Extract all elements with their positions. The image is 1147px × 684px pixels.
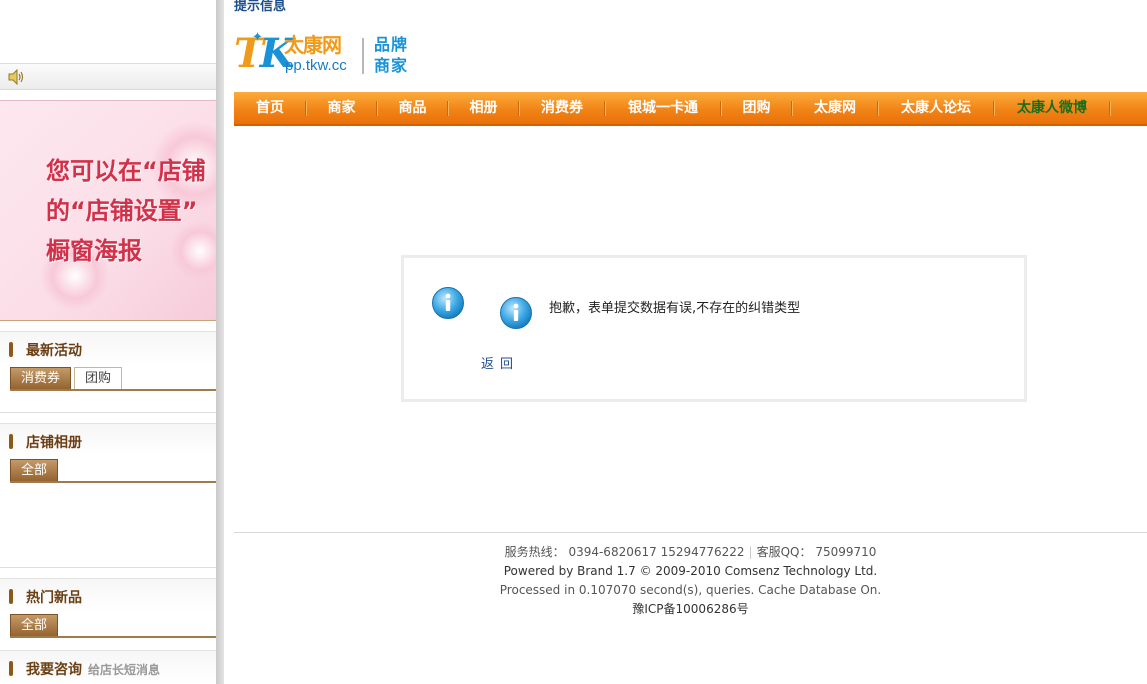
nav-coupons[interactable]: 消费券 [519, 92, 605, 124]
tab-all[interactable]: 全部 [10, 459, 59, 481]
banner-line-1: 您可以在“店铺 [46, 157, 206, 185]
nav-forum[interactable]: 太康人论坛 [878, 92, 994, 124]
section-title: 热门新品 [26, 590, 82, 606]
qq-label: 客服QQ： [756, 545, 812, 559]
banner-line-2: 的“店铺设置” [46, 197, 198, 225]
tab-all[interactable]: 全部 [10, 614, 59, 636]
section-marker [9, 434, 13, 449]
section-latest-activity: 最新活动 消费券 团购 [0, 331, 224, 411]
section-header: 我要咨询 给店长短消息 [0, 650, 224, 684]
notice-dialog: 提示信息 TK ✦ 太康网 pp.tkw.cc 品牌 商家 首页 商家 商品 相册 消费… [224, 0, 1147, 684]
section-hot-products: 热门新品 全部 [0, 578, 224, 640]
footer-powered[interactable]: Powered by Brand 1.7 © 2009-2010 Comsenz… [234, 562, 1147, 581]
background-page: 您可以在“店铺 的“店铺设置” 橱窗海报 最新活动 消费券 团购 店铺相册 全部 … [0, 0, 224, 684]
consult-subtitle: 给店长短消息 [88, 663, 161, 677]
tab-row: 全部 [10, 459, 224, 483]
section-header: 店铺相册 [0, 423, 224, 457]
section-consult: 我要咨询 给店长短消息 [0, 650, 224, 684]
section-header: 热门新品 [0, 578, 224, 612]
section-marker [9, 661, 13, 676]
error-message: 抱歉，表单提交数据有误,不存在的纠错类型 [549, 301, 801, 316]
nav-albums[interactable]: 相册 [448, 92, 519, 124]
tab-row: 消费券 团购 [10, 367, 224, 391]
shop-window-banner: 您可以在“店铺 的“店铺设置” 橱窗海报 [0, 100, 224, 321]
section-header: 最新活动 [0, 331, 224, 365]
nav-taikang-site[interactable]: 太康网 [792, 92, 878, 124]
banner-text: 您可以在“店铺 的“店铺设置” 橱窗海报 [46, 151, 206, 271]
info-icon [431, 286, 465, 320]
tab-group-buy[interactable]: 团购 [74, 367, 123, 389]
divider [0, 567, 224, 568]
section-marker [9, 342, 13, 357]
site-logo[interactable]: TK ✦ 太康网 pp.tkw.cc 品牌 商家 [234, 30, 419, 80]
tab-row: 全部 [10, 614, 224, 638]
hotline-numbers: 0394-6820617 15294776222 [568, 545, 745, 559]
nav-group-buy[interactable]: 团购 [721, 92, 792, 124]
consult-title: 我要咨询 [26, 662, 82, 678]
divider [0, 412, 224, 413]
footer-icp[interactable]: 豫ICP备10006286号 [234, 600, 1147, 619]
logo-separator [362, 38, 364, 74]
message-box: 抱歉，表单提交数据有误,不存在的纠错类型 返回 [401, 255, 1027, 402]
footer-separator: | [748, 545, 753, 559]
main-nav: 首页 商家 商品 相册 消费券 银城一卡通 团购 太康网 太康人论坛 太康人微博 [234, 92, 1147, 126]
dialog-shadow [216, 0, 224, 684]
banner-line-3: 橱窗海报 [46, 237, 142, 265]
nav-yincheng-card[interactable]: 银城一卡通 [605, 92, 721, 124]
back-link[interactable]: 返回 [481, 353, 519, 372]
qq-number: 75099710 [815, 545, 877, 559]
section-title: 我要咨询 给店长短消息 [26, 659, 160, 679]
logo-url: pp.tkw.cc [285, 57, 347, 74]
nav-home[interactable]: 首页 [234, 92, 306, 124]
speaker-icon [7, 68, 25, 86]
footer-processed: Processed in 0.107070 second(s), queries… [499, 583, 882, 597]
dialog-title: 提示信息 [234, 0, 287, 14]
section-shop-album: 店铺相册 全部 [0, 423, 224, 563]
tab-coupon[interactable]: 消费券 [10, 367, 72, 389]
section-marker [9, 589, 13, 604]
logo-brand-line-2: 商家 [374, 56, 409, 75]
logo-brand: 品牌 商家 [374, 34, 418, 76]
logo-brand-line-1: 品牌 [374, 35, 409, 54]
hotline-label: 服务热线： [504, 545, 565, 559]
section-title: 最新活动 [26, 343, 82, 359]
nav-merchants[interactable]: 商家 [306, 92, 377, 124]
section-title: 店铺相册 [26, 435, 82, 451]
footer: 服务热线： 0394-6820617 15294776222 | 客服QQ： 750… [234, 543, 1147, 619]
logo-star-icon: ✦ [252, 30, 263, 45]
logo-name: 太康网 [284, 33, 342, 57]
announcement-bar [0, 63, 224, 90]
nav-products[interactable]: 商品 [377, 92, 448, 124]
nav-weibo[interactable]: 太康人微博 [994, 92, 1110, 124]
footer-divider [234, 532, 1147, 533]
info-icon [499, 296, 533, 330]
footer-contact-row: 服务热线： 0394-6820617 15294776222 | 客服QQ： 750… [234, 543, 1147, 562]
